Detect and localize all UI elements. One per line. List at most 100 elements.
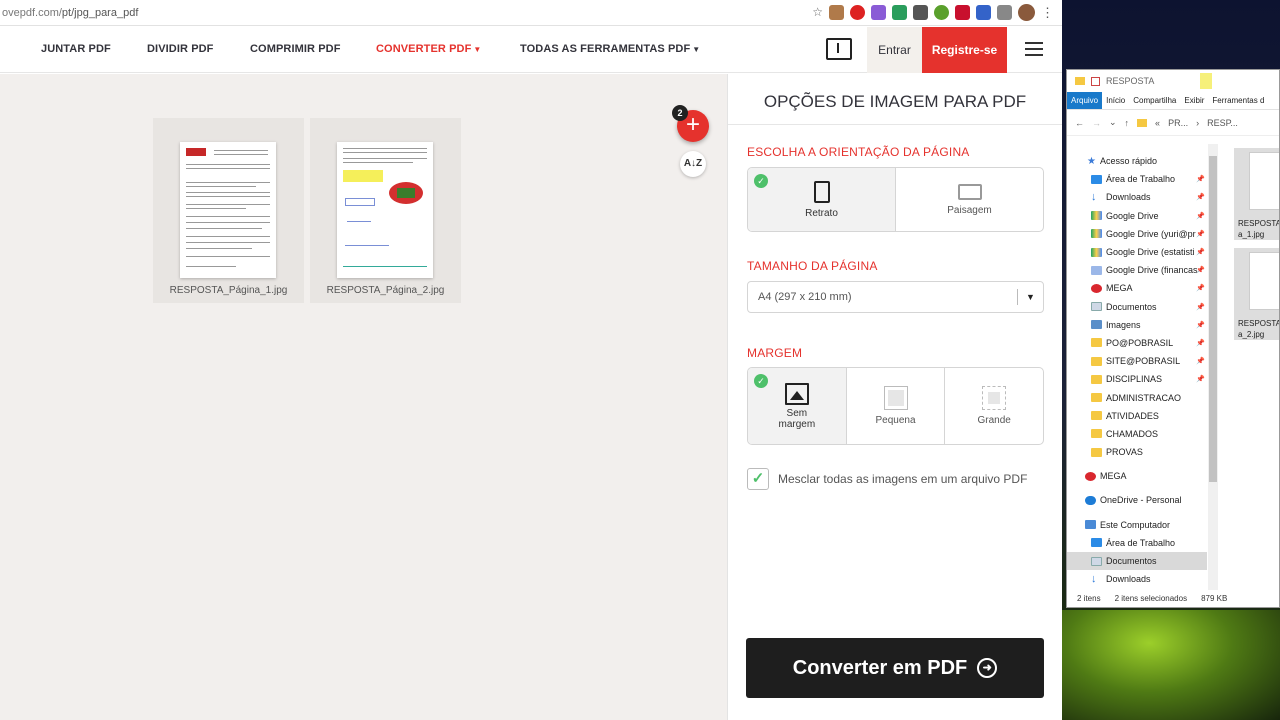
tree-item[interactable]: Google Drive (yuri@pr 📌 — [1067, 225, 1207, 243]
convert-button[interactable]: Converter em PDF ➜ — [746, 638, 1044, 698]
star-icon[interactable]: ☆ — [812, 5, 823, 20]
ribbon-tab-inicio[interactable]: Início — [1102, 92, 1129, 109]
extension-icon[interactable] — [913, 5, 928, 20]
file-preview — [1249, 152, 1279, 210]
extension-icon[interactable] — [829, 5, 844, 20]
nav-dividir-pdf[interactable]: DIVIDIR PDF — [147, 43, 214, 55]
margin-options: ✓ Sem margem Pequena Grande — [747, 367, 1044, 445]
extension-icon[interactable] — [955, 5, 970, 20]
tree-item-label: ATIVIDADES — [1106, 410, 1159, 421]
pin-icon: 📌 — [1196, 376, 1205, 384]
breadcrumb-part-1[interactable]: PR... — [1168, 118, 1188, 128]
address-bar[interactable]: ovepdf.com/pt/jpg_para_pdf ☆ ⋮ — [0, 0, 1062, 26]
orientation-landscape-label: Paisagem — [947, 204, 992, 216]
tree-item[interactable]: Este Computador — [1067, 516, 1207, 534]
arrow-right-icon: ➜ — [977, 658, 998, 678]
ribbon-tab-arquivo[interactable]: Arquivo — [1067, 92, 1103, 109]
tree-item[interactable]: Google Drive (financas 📌 — [1067, 261, 1207, 279]
tree-item[interactable]: DISCIPLINAS 📌 — [1067, 370, 1207, 388]
tree-item-label: MEGA — [1106, 283, 1133, 294]
tree-item[interactable]: Área de Trabalho — [1067, 534, 1207, 552]
tree-item[interactable]: Google Drive (estatisti 📌 — [1067, 243, 1207, 261]
extension-icon[interactable] — [871, 5, 886, 20]
signup-button[interactable]: Registre-se — [922, 27, 1007, 73]
nav-converter-label: CONVERTER PDF — [376, 43, 472, 55]
extension-icon[interactable] — [934, 5, 949, 20]
tree-item[interactable]: ADMINISTRACAO — [1067, 388, 1207, 406]
tree-item[interactable]: CHAMADOS — [1067, 425, 1207, 443]
tree-item-label: CHAMADOS — [1106, 428, 1159, 439]
tree-item-label: SITE@POBRASIL — [1106, 356, 1181, 367]
file-thumbnail[interactable]: RESPOSTA_Página_1.jpg — [153, 118, 304, 303]
tree-scrollbar[interactable] — [1208, 144, 1218, 590]
tree-item[interactable]: Documentos — [1067, 551, 1207, 571]
back-arrow-icon[interactable]: ← — [1075, 118, 1084, 128]
nav-juntar-pdf[interactable]: JUNTAR PDF — [41, 43, 111, 55]
ribbon-tab-exibir[interactable]: Exibir — [1180, 92, 1208, 109]
forward-arrow-icon[interactable]: → — [1092, 118, 1101, 128]
folder-icon — [1091, 411, 1102, 421]
pin-icon: 📌 — [1196, 358, 1205, 366]
nav-comprimir-pdf[interactable]: COMPRIMIR PDF — [250, 43, 341, 55]
file-thumbnail[interactable]: RESPOSTA_Página_2.jpg — [310, 118, 461, 303]
margin-small[interactable]: Pequena — [847, 368, 946, 444]
documents-icon — [1091, 556, 1102, 566]
orientation-portrait[interactable]: ✓ Retrato — [748, 168, 896, 231]
image-icon — [784, 382, 809, 405]
page-size-select[interactable]: A4 (297 x 210 mm) ▼ — [747, 281, 1044, 313]
tree-item[interactable]: OneDrive - Personal — [1067, 491, 1207, 509]
chevron-down-icon[interactable]: ⌄ — [1109, 117, 1117, 128]
merge-checkbox[interactable]: ✓ — [747, 468, 769, 490]
file-item[interactable]: RESPOSTA a_1.jpg — [1234, 148, 1279, 240]
tree-item[interactable]: ↓ Downloads 📌 — [1067, 188, 1207, 206]
tree-item[interactable]: PROVAS — [1067, 443, 1207, 461]
tree-item-label: Imagens — [1106, 319, 1141, 330]
desktop-app-icon[interactable] — [826, 38, 852, 60]
extension-icon[interactable] — [976, 5, 991, 20]
tree-item[interactable]: Google Drive 📌 — [1067, 207, 1207, 225]
orientation-landscape[interactable]: Paisagem — [896, 168, 1043, 231]
merge-option[interactable]: ✓ Mesclar todas as imagens em um arquivo… — [747, 468, 1027, 490]
tree-item[interactable]: PO@POBRASIL 📌 — [1067, 334, 1207, 352]
tree-item[interactable]: Área de Trabalho 📌 — [1067, 170, 1207, 188]
tree-item[interactable]: MEGA — [1067, 467, 1207, 485]
tree-item[interactable]: ATIVIDADES — [1067, 407, 1207, 425]
navigation-tree: ★ Acesso rápido Área de Trabalho 📌 ↓ Downlo… — [1067, 152, 1207, 588]
nav-converter-pdf[interactable]: CONVERTER PDF ▼ — [376, 43, 481, 55]
tree-item[interactable]: MEGA 📌 — [1067, 279, 1207, 297]
login-button[interactable]: Entrar — [867, 27, 922, 73]
explorer-address-bar[interactable]: ← → ⌄ ↑ « PR... › RESP... — [1067, 110, 1279, 136]
nav-todas-label: TODAS AS FERRAMENTAS PDF — [520, 43, 691, 55]
tree-item[interactable]: ★ Acesso rápido — [1067, 152, 1207, 170]
checkbox-icon — [1091, 76, 1100, 86]
margin-large[interactable]: Grande — [945, 368, 1043, 444]
url-text[interactable]: ovepdf.com/pt/jpg_para_pdf — [0, 7, 812, 19]
margin-none[interactable]: ✓ Sem margem — [748, 368, 847, 444]
menu-dots-icon[interactable]: ⋮ — [1041, 5, 1054, 20]
ribbon-tab-ferramentas[interactable]: Ferramentas d — [1208, 92, 1268, 109]
explorer-title: RESPOSTA — [1106, 76, 1155, 86]
image-large-margin-icon — [982, 386, 1007, 410]
up-arrow-icon[interactable]: ↑ — [1125, 118, 1130, 128]
tree-item[interactable]: SITE@POBRASIL 📌 — [1067, 352, 1207, 370]
extensions-bar: ☆ ⋮ — [812, 4, 1062, 21]
tree-item-label: ADMINISTRACAO — [1106, 392, 1182, 403]
breadcrumb-more[interactable]: « — [1155, 118, 1160, 128]
sort-az-icon[interactable]: A↓Z — [680, 151, 706, 177]
breadcrumb-part-2[interactable]: RESP... — [1207, 118, 1238, 128]
url-prefix: ovepdf.com/ — [2, 6, 62, 19]
avatar[interactable] — [1018, 4, 1035, 21]
nav-todas-ferramentas[interactable]: TODAS AS FERRAMENTAS PDF ▼ — [520, 43, 700, 55]
page-size-label: TAMANHO DA PÁGINA — [747, 259, 878, 273]
tree-item[interactable]: Documentos 📌 — [1067, 298, 1207, 316]
tree-item[interactable]: ↓ Downloads — [1067, 570, 1207, 588]
hamburger-menu-icon[interactable] — [1025, 42, 1043, 56]
extension-icon[interactable] — [892, 5, 907, 20]
file-item[interactable]: RESPOSTA a_2.jpg — [1234, 248, 1279, 340]
tree-item[interactable]: Imagens 📌 — [1067, 316, 1207, 334]
extension-icon[interactable] — [850, 5, 865, 20]
ribbon-tab-compartilhar[interactable]: Compartilha — [1129, 92, 1180, 109]
extension-icon[interactable] — [997, 5, 1012, 20]
image-small-margin-icon — [883, 386, 908, 410]
google-drive-icon — [1091, 247, 1102, 257]
